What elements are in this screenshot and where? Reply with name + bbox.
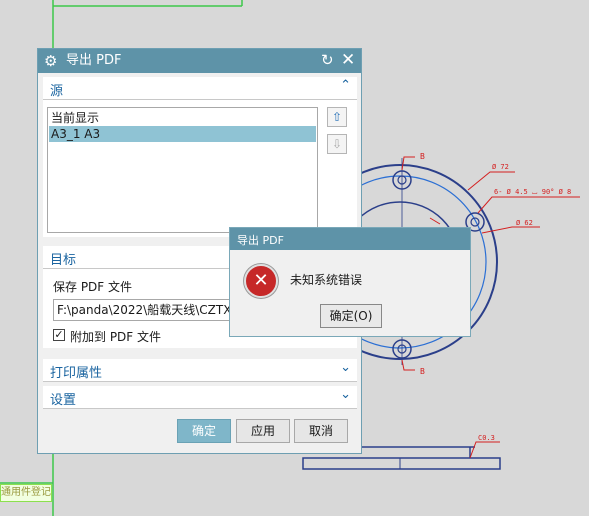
source-section-header[interactable]: 源 ⌃ xyxy=(43,77,357,100)
close-icon[interactable]: ✕ xyxy=(341,50,355,70)
error-dialog-title: 导出 PDF xyxy=(237,234,284,247)
dim-label-b-top: B xyxy=(420,152,425,161)
save-pdf-label: 保存 PDF 文件 xyxy=(53,280,133,294)
error-dialog-title-bar[interactable]: 导出 PDF xyxy=(230,228,470,250)
source-section-label: 源 xyxy=(50,84,64,99)
list-item-selected[interactable]: A3_1 A3 xyxy=(49,126,316,142)
dim-label-dia62: Ø 62 xyxy=(516,219,533,227)
title-block-stamp: 通用件登记 xyxy=(0,484,52,502)
error-ok-button[interactable]: 确定(O) xyxy=(320,304,382,328)
target-section-label: 目标 xyxy=(50,253,77,268)
error-icon: ✕ xyxy=(244,264,278,298)
chevron-down-icon[interactable]: ⌄ xyxy=(340,360,351,375)
dialog-title: 导出 PDF xyxy=(66,53,122,68)
error-dialog: 导出 PDF ✕ 未知系统错误 确定(O) xyxy=(229,227,471,337)
append-pdf-checkbox[interactable]: ✓ xyxy=(53,329,65,341)
arrow-up-icon: ⇧ xyxy=(331,110,343,124)
reset-icon[interactable]: ↻ xyxy=(321,51,334,69)
append-pdf-label: 附加到 PDF 文件 xyxy=(70,330,162,344)
print-properties-label: 打印属性 xyxy=(50,366,103,381)
source-sheet-list[interactable]: 当前显示 A3_1 A3 xyxy=(47,107,318,233)
chevron-down-icon[interactable]: ⌄ xyxy=(340,387,351,402)
settings-label: 设置 xyxy=(50,393,77,408)
print-properties-section-header[interactable]: 打印属性 ⌄ xyxy=(43,359,357,382)
apply-button[interactable]: 应用 xyxy=(236,419,290,443)
list-item[interactable]: 当前显示 xyxy=(49,110,316,126)
chevron-up-icon[interactable]: ⌃ xyxy=(340,78,351,93)
move-down-button[interactable]: ⇩ xyxy=(327,134,347,154)
dim-label-b-bottom: B xyxy=(420,367,425,376)
dialog-title-bar[interactable]: ⚙ 导出 PDF ↻ ✕ xyxy=(38,49,361,73)
error-message: 未知系统错误 xyxy=(290,273,363,287)
dim-label-chamfer: C0.3 xyxy=(478,434,495,442)
cancel-button[interactable]: 取消 xyxy=(294,419,348,443)
ok-button[interactable]: 确定 xyxy=(177,419,231,443)
pdf-path-field[interactable]: F:\panda\2022\船载天线\CZTX xyxy=(53,299,233,321)
gear-icon[interactable]: ⚙ xyxy=(44,51,57,71)
settings-section-header[interactable]: 设置 ⌄ xyxy=(43,386,357,409)
arrow-down-icon: ⇩ xyxy=(331,137,343,151)
dim-label-holes: 6- Ø 4.5 ⌴ 90° Ø 8 xyxy=(494,188,571,196)
dim-label-dia72: Ø 72 xyxy=(492,163,509,171)
move-up-button[interactable]: ⇧ xyxy=(327,107,347,127)
